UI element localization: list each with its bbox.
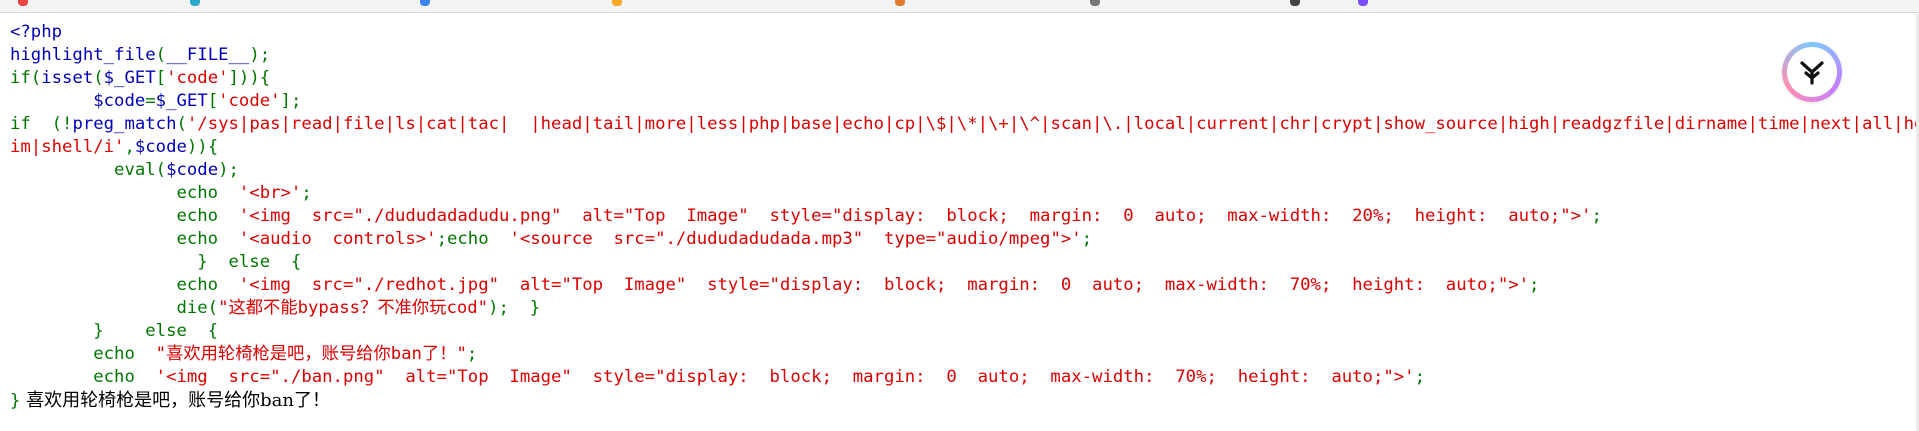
code-line: } 喜欢用轮椅枪是吧，账号给你ban了！	[10, 389, 1915, 412]
code-token: '<source src="./dududadudada.mp3" type="…	[509, 229, 1082, 249]
bookmark-favicon-icon	[1290, 0, 1300, 6]
code-line: <?php	[10, 21, 1915, 44]
code-token: echo	[10, 344, 156, 364]
bookmark-favicon-icon	[895, 0, 905, 6]
code-token: } else {	[10, 321, 219, 341]
fab-inner-ring	[1787, 47, 1837, 97]
bookmark-favicon-icon	[1090, 0, 1100, 6]
bookmark-item[interactable]	[18, 0, 28, 12]
code-token: '<img src="./dududadadudu.png" alt="Top …	[238, 206, 1592, 226]
code-token: preg_match	[72, 114, 177, 134]
code-token: } else {	[10, 252, 302, 272]
code-line: echo '<br>';	[10, 182, 1915, 205]
page-output-text: 喜欢用轮椅枪是吧，账号给你ban了！	[20, 390, 330, 411]
code-line: if(isset($_GET['code'])){	[10, 67, 1915, 90]
bookmark-item[interactable]	[420, 0, 430, 12]
code-line: echo '<audio controls>';echo '<source sr…	[10, 228, 1915, 251]
code-line: im|shell/i',$code)){	[10, 136, 1915, 159]
bookmark-item[interactable]	[1358, 0, 1368, 12]
code-line: if (!preg_match('/sys|pas|read|file|ls|c…	[10, 113, 1919, 136]
code-token: __FILE__	[166, 45, 250, 65]
bookmark-item[interactable]	[1290, 0, 1300, 12]
bookmark-favicon-icon	[190, 0, 200, 6]
code-line: echo '<img src="./redhot.jpg" alt="Top I…	[10, 274, 1915, 297]
code-token: ,	[124, 137, 135, 157]
code-token: die(	[10, 298, 219, 318]
code-token: );	[218, 160, 239, 180]
code-token: im|shell/i'	[10, 137, 125, 157]
code-token: '<img src="./ban.png" alt="Top Image" st…	[155, 367, 1415, 387]
code-token: echo	[10, 183, 239, 203]
browser-bookmarks-strip	[0, 0, 1919, 13]
code-line: } else {	[10, 320, 1915, 343]
code-line: eval($code);	[10, 159, 1915, 182]
code-token: eval(	[10, 160, 167, 180]
code-token: =	[145, 91, 156, 111]
bookmark-item[interactable]	[895, 0, 905, 12]
code-token: $_GET	[155, 91, 208, 111]
php-source-code: <?php highlight_file(__FILE__); if(isset($…	[10, 21, 1919, 412]
code-token: [	[207, 91, 219, 111]
code-token: );	[249, 45, 271, 65]
code-token: echo	[10, 275, 239, 295]
code-token: isset	[41, 68, 94, 88]
closing-brace: }	[10, 391, 21, 411]
code-token: '/sys|pas|read|file|ls|cat|tac| |head|ta…	[186, 114, 1919, 134]
bookmark-item[interactable]	[190, 0, 200, 12]
bookmark-item[interactable]	[1090, 0, 1100, 12]
code-token: $code	[166, 160, 219, 180]
code-token: ])){	[228, 68, 271, 88]
code-token: 'code'	[166, 68, 229, 88]
code-token: ;	[301, 183, 312, 203]
code-token: highlight_file	[10, 45, 156, 65]
code-token: "喜欢用轮椅枪是吧，账号给你ban了！"	[155, 344, 467, 364]
code-token: )){	[186, 137, 219, 157]
code-token: ;	[1414, 367, 1425, 387]
code-line: echo '<img src="./dududadadudu.png" alt=…	[10, 205, 1915, 228]
code-token: (	[176, 114, 187, 134]
code-token: '<img src="./redhot.jpg" alt="Top Image"…	[238, 275, 1530, 295]
bookmark-favicon-icon	[420, 0, 430, 6]
code-token: '<br>'	[238, 183, 302, 203]
code-token: <?php	[10, 22, 63, 42]
code-token: ;	[1529, 275, 1540, 295]
code-token: ];	[280, 91, 302, 111]
code-token: ;	[1081, 229, 1093, 249]
code-token: if(	[10, 68, 42, 88]
code-line: $code=$_GET['code'];	[10, 90, 1915, 113]
bookmark-item[interactable]	[612, 0, 622, 12]
code-token: echo	[10, 229, 239, 249]
code-token: echo	[10, 206, 239, 226]
bookmark-favicon-icon	[612, 0, 622, 6]
code-token: $_GET	[103, 68, 156, 88]
code-token: ;echo	[436, 229, 510, 249]
code-token: ;	[1591, 206, 1602, 226]
code-token: (	[155, 45, 167, 65]
code-token: ;	[466, 344, 478, 364]
code-token: 'code'	[218, 91, 281, 111]
code-token: $code	[10, 91, 146, 111]
code-token: '<audio controls>'	[238, 229, 437, 249]
code-token: echo	[10, 367, 156, 387]
code-token: [	[155, 68, 167, 88]
code-line: echo "喜欢用轮椅枪是吧，账号给你ban了！";	[10, 343, 1915, 366]
code-line: } else {	[10, 251, 1915, 274]
code-token: ); }	[488, 298, 541, 318]
code-line: highlight_file(__FILE__);	[10, 44, 1915, 67]
code-line: echo '<img src="./ban.png" alt="Top Imag…	[10, 366, 1915, 389]
logo-icon	[1800, 61, 1824, 85]
floating-assistant-button[interactable]	[1782, 42, 1842, 102]
code-token: (	[93, 68, 104, 88]
code-token: $code	[134, 137, 187, 157]
bookmark-favicon-icon	[1358, 0, 1368, 6]
code-token: if (!	[10, 114, 73, 134]
code-line: die("这都不能bypass？不准你玩cod"); }	[10, 297, 1915, 320]
code-token: "这都不能bypass？不准你玩cod"	[218, 298, 489, 318]
bookmark-favicon-icon	[18, 0, 28, 6]
